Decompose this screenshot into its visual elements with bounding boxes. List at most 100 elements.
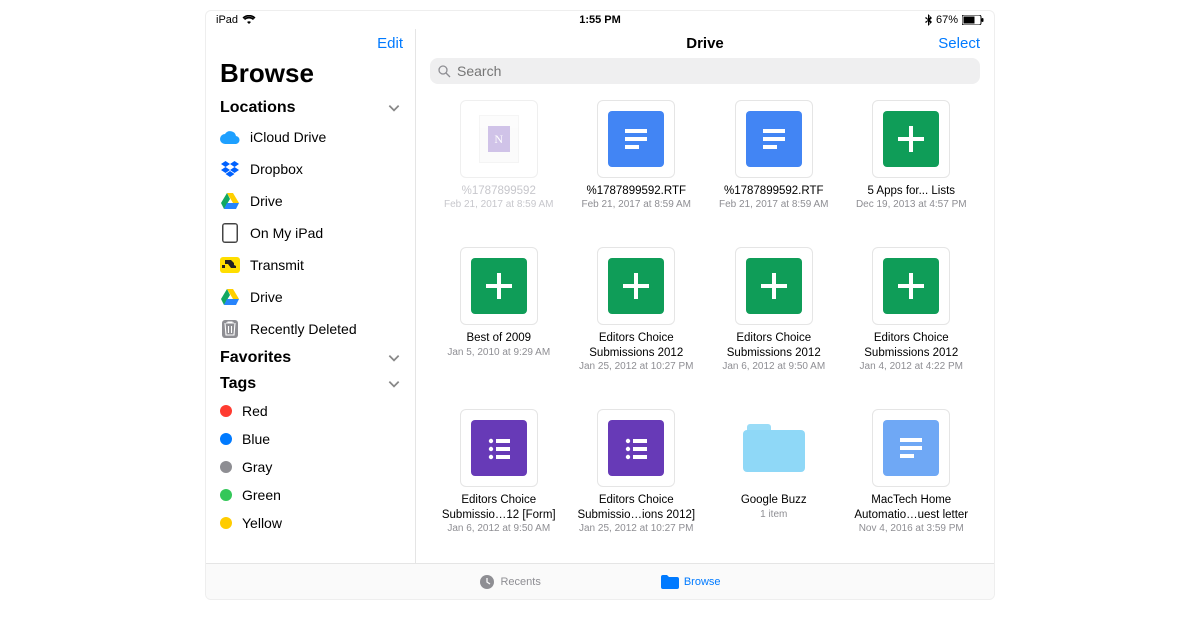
file-meta: Feb 21, 2017 at 8:59 AM (719, 199, 829, 210)
sidebar-item-label: On My iPad (250, 225, 323, 241)
file-name: Editors Choice Submissions 2012 (851, 331, 971, 360)
file-name: %1787899592.RTF (586, 184, 686, 198)
tag-gray[interactable]: Gray (206, 453, 415, 481)
device-label: iPad (216, 14, 238, 26)
file-name: MacTech Home Automatio…uest letter (851, 493, 971, 522)
file-name: 5 Apps for... Lists (867, 184, 955, 198)
folder-icon (661, 575, 679, 589)
sidebar-item-drive[interactable]: Drive (206, 185, 415, 217)
file-item[interactable]: Editors Choice Submissio…12 [Form]Jan 6,… (436, 409, 562, 553)
file-thumb (597, 100, 675, 178)
tag-label: Gray (242, 459, 272, 475)
sidebar-item-on-my-ipad[interactable]: On My iPad (206, 217, 415, 249)
tag-label: Blue (242, 431, 270, 447)
tag-dot-icon (220, 461, 232, 473)
search-icon (438, 65, 451, 78)
transmit-icon (220, 255, 240, 275)
sidebar-item-label: Dropbox (250, 161, 303, 177)
tag-label: Green (242, 487, 281, 503)
file-meta: Jan 6, 2012 at 9:50 AM (447, 523, 550, 534)
file-name: Editors Choice Submissions 2012 (714, 331, 834, 360)
file-name: Best of 2009 (466, 331, 531, 345)
file-item[interactable]: %1787899592.RTFFeb 21, 2017 at 8:59 AM (711, 100, 837, 229)
file-meta: Jan 25, 2012 at 10:27 PM (579, 523, 694, 534)
file-meta: 1 item (760, 509, 787, 520)
sidebar-item-label: Recently Deleted (250, 321, 357, 337)
main-pane: Drive Select N%1787899592Feb 21, 2017 at… (416, 29, 994, 563)
gdrive-icon (220, 191, 240, 211)
tag-dot-icon (220, 517, 232, 529)
file-meta: Nov 4, 2016 at 3:59 PM (859, 523, 964, 534)
file-item[interactable]: N %1787899592Feb 21, 2017 at 8:59 AM (436, 100, 562, 229)
file-item[interactable]: 5 Apps for... ListsDec 19, 2013 at 4:57 … (849, 100, 975, 229)
tag-green[interactable]: Green (206, 481, 415, 509)
file-item[interactable]: Best of 2009 Jan 5, 2010 at 9:29 AM (436, 247, 562, 391)
file-item[interactable]: Google Buzz 1 item (711, 409, 837, 553)
tag-blue[interactable]: Blue (206, 425, 415, 453)
file-meta: Feb 21, 2017 at 8:59 AM (444, 199, 554, 210)
file-meta: Jan 4, 2012 at 4:22 PM (860, 361, 963, 372)
bluetooth-icon (925, 14, 932, 26)
file-meta: Jan 5, 2010 at 9:29 AM (447, 347, 550, 358)
file-item[interactable]: Editors Choice Submissions 2012Jan 6, 20… (711, 247, 837, 391)
ipad-icon (220, 223, 240, 243)
tag-label: Yellow (242, 515, 282, 531)
clock: 1:55 PM (579, 14, 621, 26)
file-thumb (597, 247, 675, 325)
file-thumb (735, 100, 813, 178)
section-tags[interactable]: Tags (206, 371, 415, 397)
battery-pct: 67% (936, 14, 958, 26)
file-meta: Dec 19, 2013 at 4:57 PM (856, 199, 967, 210)
dropbox-icon (220, 159, 240, 179)
file-name: Google Buzz (741, 493, 807, 507)
file-thumb (735, 247, 813, 325)
file-thumb (872, 247, 950, 325)
trash-icon (220, 319, 240, 339)
sidebar: Edit Browse Locations iCloud Drive Dropbo… (206, 29, 416, 563)
status-bar: iPad 1:55 PM 67% (206, 11, 994, 29)
tag-dot-icon (220, 433, 232, 445)
file-item[interactable]: %1787899592.RTFFeb 21, 2017 at 8:59 AM (574, 100, 700, 229)
tag-label: Red (242, 403, 268, 419)
file-thumb: N (460, 100, 538, 178)
tag-dot-icon (220, 405, 232, 417)
file-item[interactable]: Editors Choice Submissions 2012Jan 4, 20… (849, 247, 975, 391)
browse-title: Browse (206, 58, 415, 95)
file-thumb (460, 409, 538, 487)
tag-yellow[interactable]: Yellow (206, 509, 415, 537)
sidebar-item-label: iCloud Drive (250, 129, 326, 145)
tag-dot-icon (220, 489, 232, 501)
edit-button[interactable]: Edit (377, 35, 403, 52)
chevron-down-icon (387, 351, 401, 365)
section-locations[interactable]: Locations (206, 95, 415, 121)
file-name: Editors Choice Submissio…12 [Form] (439, 493, 559, 522)
file-meta: Jan 6, 2012 at 9:50 AM (722, 361, 825, 372)
file-name: %1787899592 (462, 184, 536, 198)
sidebar-item-drive[interactable]: Drive (206, 281, 415, 313)
chevron-down-icon (387, 377, 401, 391)
file-item[interactable]: MacTech Home Automatio…uest letterNov 4,… (849, 409, 975, 553)
folder-title: Drive (686, 35, 724, 52)
chevron-down-icon (387, 101, 401, 115)
tag-red[interactable]: Red (206, 397, 415, 425)
file-item[interactable]: Editors Choice Submissions 2012Jan 25, 2… (574, 247, 700, 391)
clock-icon (479, 574, 495, 590)
file-item[interactable]: Editors Choice Submissio…ions 2012]Jan 2… (574, 409, 700, 553)
sidebar-item-transmit[interactable]: Transmit (206, 249, 415, 281)
tab-browse[interactable]: Browse (661, 575, 721, 589)
sidebar-item-label: Transmit (250, 257, 304, 273)
file-name: Editors Choice Submissions 2012 (576, 331, 696, 360)
sidebar-item-recently-deleted[interactable]: Recently Deleted (206, 313, 415, 345)
sidebar-item-label: Drive (250, 193, 283, 209)
file-meta: Feb 21, 2017 at 8:59 AM (581, 199, 691, 210)
select-button[interactable]: Select (938, 35, 980, 52)
sidebar-item-label: Drive (250, 289, 283, 305)
sidebar-item-icloud-drive[interactable]: iCloud Drive (206, 121, 415, 153)
section-favorites[interactable]: Favorites (206, 345, 415, 371)
sidebar-item-dropbox[interactable]: Dropbox (206, 153, 415, 185)
search-input[interactable] (430, 58, 980, 84)
file-thumb (460, 247, 538, 325)
file-name: Editors Choice Submissio…ions 2012] (576, 493, 696, 522)
tab-recents[interactable]: Recents (479, 574, 540, 590)
search-field[interactable] (457, 63, 972, 79)
